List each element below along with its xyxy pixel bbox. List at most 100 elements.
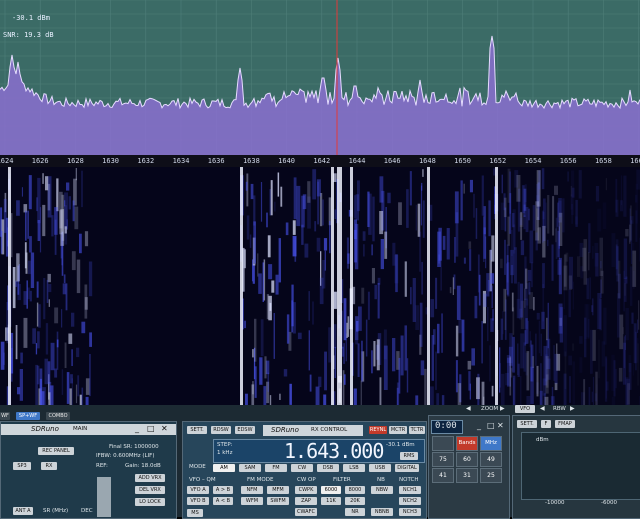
aux-x-tick: -10000 bbox=[545, 500, 564, 506]
filter-11k-button[interactable]: 11K bbox=[321, 497, 341, 505]
filter-20k-button[interactable]: 20K bbox=[345, 497, 365, 505]
frequency-tick-label: 1658 bbox=[595, 157, 612, 165]
filter-6000-button[interactable]: 6000 bbox=[321, 486, 341, 494]
band-key-31[interactable]: 31 bbox=[456, 468, 478, 483]
frequency-tick-label: 1648 bbox=[419, 157, 436, 165]
mode-usb-button[interactable]: USB bbox=[369, 464, 391, 472]
mode-lsb-button[interactable]: LSB bbox=[343, 464, 365, 472]
zoom-right-icon[interactable]: ▶ bbox=[500, 405, 505, 412]
bands-button[interactable]: Bands bbox=[456, 436, 478, 451]
rbw-right-icon[interactable]: ▶ bbox=[570, 405, 575, 412]
main-panel-titlebar[interactable]: SDRuno MAIN _ □ ✕ bbox=[1, 424, 176, 435]
filter-label: FILTER bbox=[333, 477, 351, 483]
frequency-tick-label: 1646 bbox=[384, 157, 401, 165]
ms-button[interactable]: MS bbox=[187, 509, 203, 517]
rbw-left-icon[interactable]: ◀ bbox=[540, 405, 545, 412]
level-readout: -30.1 dBm bbox=[12, 14, 50, 22]
key-blank-1[interactable] bbox=[432, 436, 454, 451]
lo-lock-button[interactable]: LO LOCK bbox=[135, 498, 165, 506]
mode-cw-button[interactable]: CW bbox=[291, 464, 313, 472]
reyn-button[interactable]: REYNL bbox=[369, 426, 387, 434]
maximize-icon[interactable]: □ bbox=[147, 424, 155, 433]
mode-dsb-button[interactable]: DSB bbox=[317, 464, 339, 472]
b-to-a-button[interactable]: A < B bbox=[213, 497, 233, 505]
vfo-a-button[interactable]: VFO A bbox=[187, 486, 209, 494]
rdsw-button[interactable]: RDSW bbox=[211, 426, 231, 434]
zap-button[interactable]: ZAP bbox=[295, 497, 317, 505]
add-vrx-button[interactable]: ADD VRX bbox=[135, 474, 165, 482]
mfm-button[interactable]: MFM bbox=[267, 486, 289, 494]
band-key-25[interactable]: 25 bbox=[480, 468, 502, 483]
cwafc-button[interactable]: CWAFC bbox=[295, 508, 317, 516]
rec-panel-button[interactable]: REC PANEL bbox=[38, 447, 74, 455]
vfo-button[interactable]: VFO bbox=[515, 405, 535, 413]
aux-spectrum-graph[interactable]: dBm bbox=[521, 432, 640, 500]
ref-label: REF: bbox=[96, 463, 108, 469]
control-panels-area: WF SP+WF COMBO ◀ ZOOM ▶ VFO ◀ RBW ▶ SDRu… bbox=[0, 405, 640, 517]
band-key-60[interactable]: 60 bbox=[456, 452, 478, 467]
nfm-button[interactable]: NFM bbox=[241, 486, 263, 494]
close-icon[interactable]: ✕ bbox=[497, 421, 504, 430]
aux-x-tick: -6000 bbox=[601, 500, 617, 506]
spectrum-display[interactable]: -30.1 dBm SNR: 19.3 dB bbox=[0, 0, 640, 155]
rx-button[interactable]: RX bbox=[41, 462, 57, 470]
mode-fm-button[interactable]: FM bbox=[265, 464, 287, 472]
aux-unit-label: dBm bbox=[536, 437, 549, 443]
wfm-button[interactable]: WFM bbox=[241, 497, 263, 505]
close-icon[interactable]: ✕ bbox=[161, 424, 168, 433]
fmap-button[interactable]: FMAP bbox=[555, 420, 575, 428]
nch1-button[interactable]: NCH1 bbox=[399, 486, 421, 494]
sett-button[interactable]: SETT. bbox=[187, 426, 207, 434]
main-panel: SDRuno MAIN _ □ ✕ REC PANEL SP3 RX Final… bbox=[0, 421, 177, 519]
cwpk-button[interactable]: CWPK bbox=[295, 486, 317, 494]
signal-level: -30.1 dBm bbox=[386, 442, 415, 448]
maximize-icon[interactable]: □ bbox=[487, 421, 495, 430]
sr-label: SR (MHz) bbox=[43, 508, 68, 514]
frequency-tick-label: 1624 bbox=[0, 157, 13, 165]
rms-button[interactable]: RMS bbox=[400, 452, 418, 460]
minimize-icon[interactable]: _ bbox=[135, 424, 139, 433]
tctr-button[interactable]: TCTR bbox=[409, 426, 425, 434]
gain-slider[interactable] bbox=[97, 477, 111, 517]
mode-am-button[interactable]: AM bbox=[213, 464, 235, 472]
band-key-75[interactable]: 75 bbox=[432, 452, 454, 467]
rbw-label: RBW bbox=[553, 406, 566, 412]
vfo-b-button[interactable]: VFO B bbox=[187, 497, 209, 505]
vfo-qm-label: VFO – QM bbox=[189, 477, 216, 483]
band-key-49[interactable]: 49 bbox=[480, 452, 502, 467]
wf-button[interactable]: WF bbox=[0, 412, 10, 420]
nbnb-button[interactable]: NBNB bbox=[371, 508, 393, 516]
a-to-b-button[interactable]: A > B bbox=[213, 486, 233, 494]
ant-a-button[interactable]: ANT A bbox=[13, 507, 33, 515]
aux-f-button[interactable]: F bbox=[541, 420, 551, 428]
minimize-icon[interactable]: _ bbox=[477, 421, 481, 430]
mhz-button[interactable]: MHz bbox=[480, 436, 502, 451]
frequency-tick-label: 1630 bbox=[102, 157, 119, 165]
mode-sam-button[interactable]: SAM bbox=[239, 464, 261, 472]
mode-digital-button[interactable]: DIGITAL bbox=[395, 464, 419, 472]
nch2-button[interactable]: NCH2 bbox=[399, 497, 421, 505]
combo-button[interactable]: COMBO bbox=[46, 412, 70, 420]
waterfall-display[interactable] bbox=[0, 167, 640, 405]
rx-control-subtitle: RX CONTROL bbox=[311, 427, 347, 433]
rx-control-titlebar[interactable]: SDRuno RX CONTROL bbox=[263, 425, 363, 436]
edsw-button[interactable]: EDSW bbox=[235, 426, 255, 434]
del-vrx-button[interactable]: DEL VRX bbox=[135, 486, 165, 494]
aux-sett-button[interactable]: SETT. bbox=[517, 420, 537, 428]
nch3-button[interactable]: NCH3 bbox=[399, 508, 421, 516]
band-key-41[interactable]: 41 bbox=[432, 468, 454, 483]
zoom-left-icon[interactable]: ◀ bbox=[466, 405, 471, 412]
frequency-tick-label: 1634 bbox=[173, 157, 190, 165]
sp-wf-button[interactable]: SP+WF bbox=[16, 412, 40, 420]
mctr-button[interactable]: MCTR bbox=[389, 426, 407, 434]
frequency-tick-label: 1638 bbox=[243, 157, 260, 165]
frequency-axis: 1624162616281630163216341636163816401642… bbox=[0, 155, 640, 167]
nbw-button[interactable]: NBW bbox=[371, 486, 393, 494]
filter-8000-button[interactable]: 8000 bbox=[345, 486, 365, 494]
nr-button[interactable]: NR bbox=[345, 508, 365, 516]
sp3-button[interactable]: SP3 bbox=[13, 462, 31, 470]
clock-display: 0:00 bbox=[431, 420, 463, 434]
frequency-display[interactable]: STEP: 1 kHz 1.643.000 -30.1 dBm RMS bbox=[213, 439, 425, 463]
swfm-button[interactable]: SWFM bbox=[267, 497, 289, 505]
spectrum-fill bbox=[0, 36, 640, 155]
